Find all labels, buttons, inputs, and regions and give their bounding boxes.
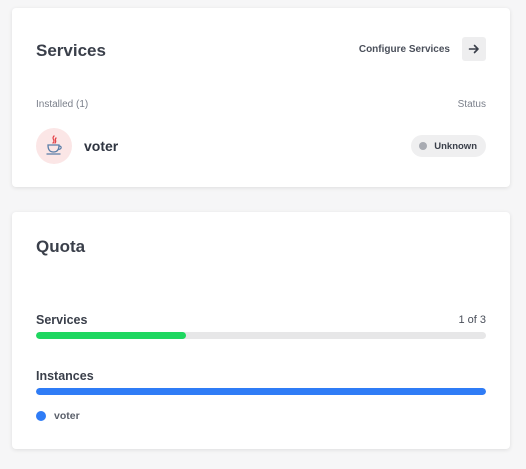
configure-services-button[interactable] (462, 37, 486, 61)
service-row-voter[interactable]: voter Unknown (36, 128, 486, 164)
status-badge: Unknown (411, 135, 486, 157)
quota-services-count: 1 of 3 (458, 314, 486, 326)
legend-label: voter (54, 410, 80, 422)
instances-quota-fill (36, 388, 486, 395)
services-card: Services Configure Services Installed (1… (12, 8, 510, 187)
service-name[interactable]: voter (84, 138, 118, 154)
legend-dot (36, 411, 46, 421)
java-icon (46, 135, 62, 155)
service-avatar (36, 128, 72, 164)
instances-legend: voter (36, 410, 80, 422)
services-title: Services (36, 41, 106, 60)
services-quota-fill (36, 332, 186, 339)
services-quota-bar (36, 332, 486, 339)
status-text: Unknown (434, 140, 477, 152)
quota-services-label: Services (36, 313, 88, 327)
configure-services-link[interactable]: Configure Services (359, 44, 450, 55)
arrow-right-icon (468, 44, 479, 54)
quota-instances-label: Instances (36, 369, 94, 383)
status-column-label: Status (457, 99, 486, 110)
quota-card (12, 212, 510, 449)
instances-quota-bar (36, 388, 486, 395)
installed-count-label: Installed (1) (36, 99, 89, 110)
quota-title: Quota (36, 237, 86, 256)
status-dot (419, 142, 428, 150)
